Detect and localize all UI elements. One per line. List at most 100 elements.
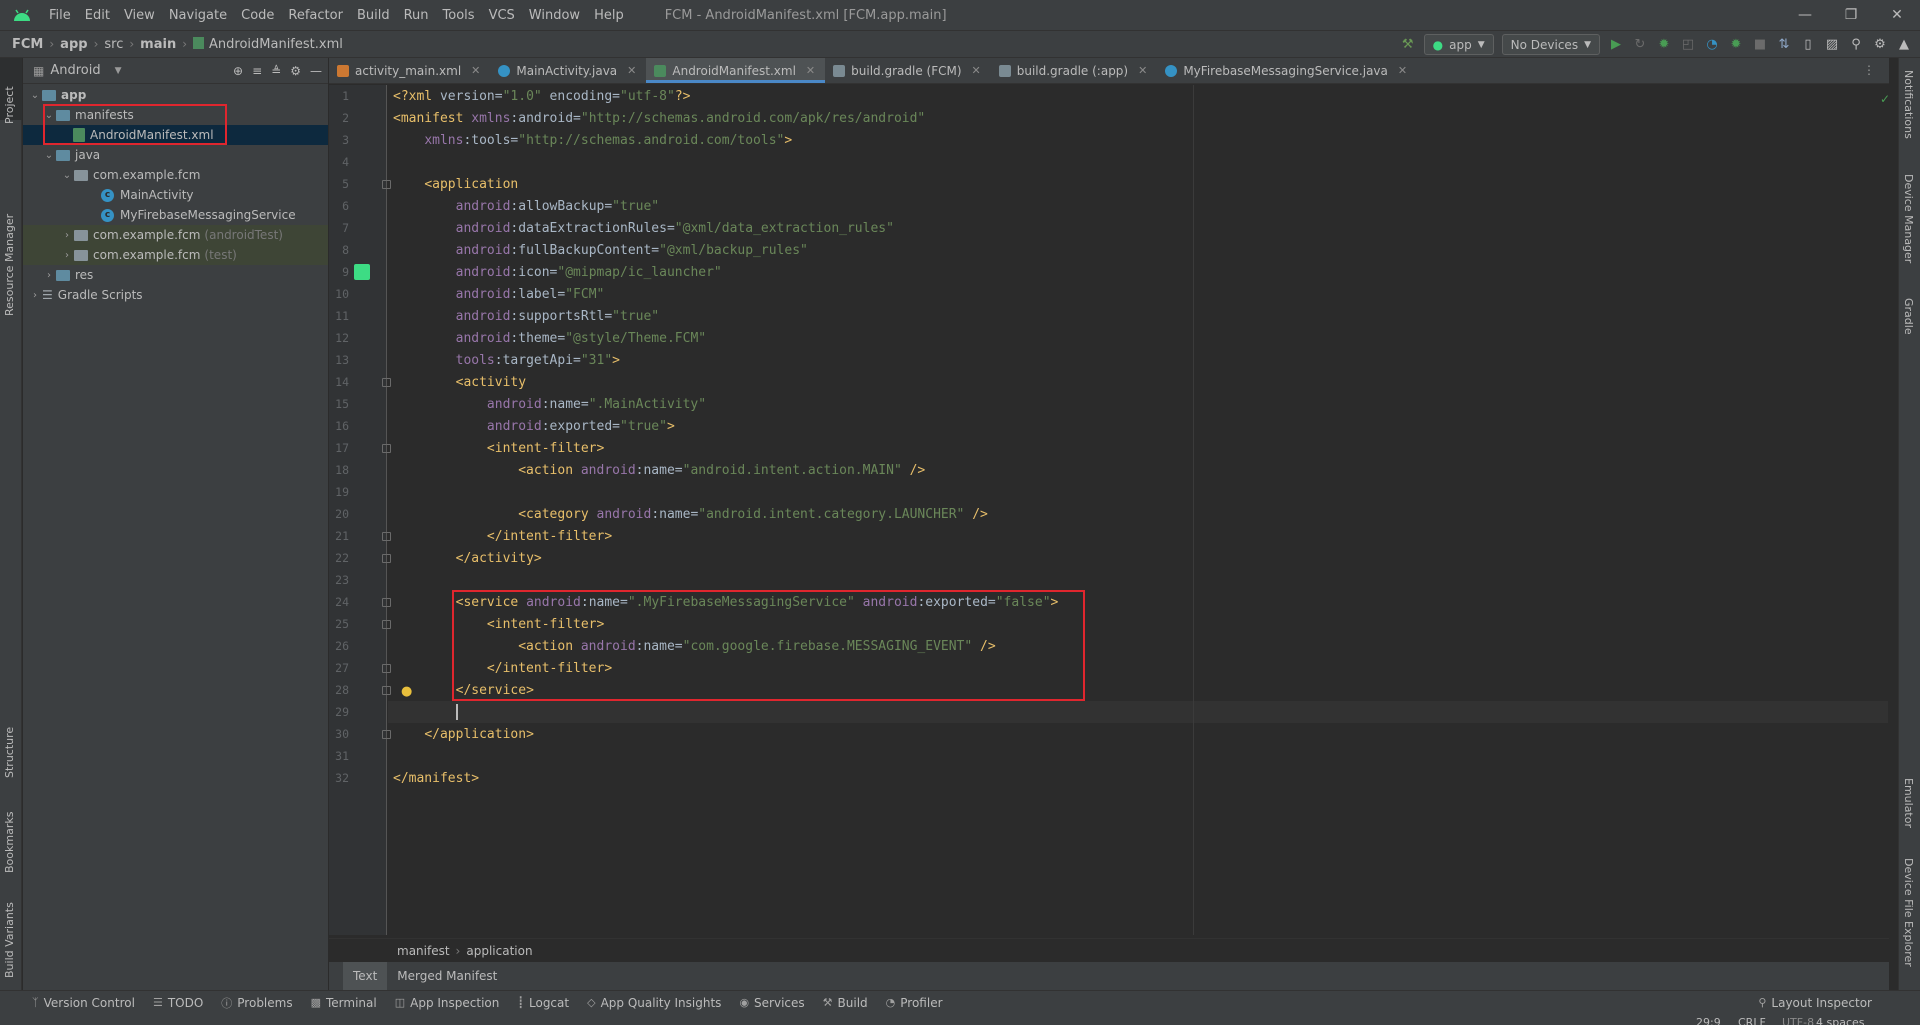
tool-layout-inspector[interactable]: ⚲ Layout Inspector: [1758, 996, 1872, 1010]
tool-todo[interactable]: ☰ TODO: [153, 996, 203, 1010]
menu-view[interactable]: View: [117, 8, 162, 23]
indent-setting[interactable]: 4 spaces: [1816, 1016, 1865, 1025]
tab-mainactivity-java[interactable]: MainActivity.java ✕: [490, 58, 646, 83]
menu-edit[interactable]: Edit: [78, 8, 117, 23]
fold-marker-icon[interactable]: [382, 532, 391, 541]
menu-run[interactable]: Run: [397, 8, 436, 23]
hide-panel-icon[interactable]: —: [310, 64, 322, 78]
breadcrumb-manifest[interactable]: manifest: [397, 944, 450, 958]
code-line[interactable]: <action android:name="android.intent.act…: [393, 460, 925, 482]
chevron-right-icon[interactable]: ›: [60, 250, 74, 261]
tree-item-mainactivity[interactable]: c MainActivity: [23, 185, 328, 205]
build-variants-tool-button[interactable]: Build Variants: [3, 888, 16, 978]
code-line[interactable]: android:label="FCM": [393, 284, 605, 306]
search-icon[interactable]: ⚲: [1848, 37, 1864, 53]
cursor-position[interactable]: 29:9: [1696, 1016, 1721, 1025]
code-line[interactable]: android:supportsRtl="true": [393, 306, 660, 328]
chevron-right-icon[interactable]: ›: [42, 270, 56, 281]
code-line[interactable]: </intent-filter>: [393, 526, 612, 548]
tab-merged-manifest[interactable]: Merged Manifest: [387, 962, 507, 990]
tool-problems[interactable]: ⓘ Problems: [221, 995, 292, 1011]
notifications-tool-button[interactable]: Notifications: [1902, 70, 1915, 162]
tool-app-quality-insights[interactable]: ◇ App Quality Insights: [587, 996, 721, 1010]
locate-icon[interactable]: ⊕: [233, 64, 243, 78]
run-icon[interactable]: ▶: [1608, 37, 1624, 53]
menu-navigate[interactable]: Navigate: [162, 8, 234, 23]
tree-item-messaging-service[interactable]: c MyFirebaseMessagingService: [23, 205, 328, 225]
fold-marker-icon[interactable]: [382, 444, 391, 453]
code-line[interactable]: </activity>: [393, 548, 542, 570]
tree-item-java[interactable]: ⌄ java: [23, 145, 328, 165]
crumb-module[interactable]: app: [60, 37, 87, 52]
device-manager-icon[interactable]: ▯: [1800, 37, 1816, 53]
code-line[interactable]: android:name=".MainActivity": [393, 394, 706, 416]
tab-messaging-service-java[interactable]: MyFirebaseMessagingService.java ✕: [1157, 58, 1417, 83]
tool-terminal[interactable]: ▩ Terminal: [311, 996, 377, 1010]
inspection-ok-icon[interactable]: ✓: [1880, 92, 1890, 106]
ide-update-icon[interactable]: ▲: [1896, 37, 1912, 53]
resource-manager-tool-button[interactable]: Resource Manager: [3, 136, 16, 316]
rerun-icon[interactable]: ↻: [1632, 37, 1648, 53]
tree-item-package-test[interactable]: › com.example.fcm (test): [23, 245, 328, 265]
close-icon[interactable]: ✕: [972, 64, 981, 77]
code-line[interactable]: <category android:name="android.intent.c…: [393, 504, 988, 526]
device-file-explorer-tool-button[interactable]: Device File Explorer: [1902, 858, 1915, 988]
emulator-tool-button[interactable]: Emulator: [1902, 778, 1915, 848]
chevron-down-icon[interactable]: ▼: [115, 66, 122, 76]
more-tabs-icon[interactable]: ⋮: [1863, 63, 1875, 77]
chevron-right-icon[interactable]: ›: [60, 230, 74, 241]
debug-icon[interactable]: ✹: [1656, 37, 1672, 53]
apply-changes-icon[interactable]: ◰: [1680, 37, 1696, 53]
tab-androidmanifest-xml[interactable]: AndroidManifest.xml ✕: [646, 58, 826, 83]
run-config-select[interactable]: ● app ▼: [1423, 34, 1494, 55]
fold-marker-icon[interactable]: [382, 598, 391, 607]
fold-marker-icon[interactable]: [382, 180, 391, 189]
breadcrumb-application[interactable]: application: [466, 944, 532, 958]
tool-profiler[interactable]: ◔ Profiler: [886, 996, 943, 1010]
tree-item-package-androidtest[interactable]: › com.example.fcm (androidTest): [23, 225, 328, 245]
code-line[interactable]: xmlns:tools="http://schemas.android.com/…: [393, 130, 792, 152]
project-tool-button[interactable]: Project: [3, 66, 16, 124]
close-icon[interactable]: ✕: [471, 64, 480, 77]
tool-version-control[interactable]: ᛉ Version Control: [32, 996, 135, 1010]
crumb-main[interactable]: main: [140, 37, 176, 52]
fold-marker-icon[interactable]: [382, 378, 391, 387]
close-icon[interactable]: ✕: [1398, 64, 1407, 77]
fold-marker-icon[interactable]: [382, 686, 391, 695]
tool-app-inspection[interactable]: ◫ App Inspection: [395, 996, 500, 1010]
tool-services[interactable]: ◉ Services: [739, 996, 804, 1010]
tree-item-app[interactable]: ⌄ app: [23, 85, 328, 105]
code-line[interactable]: <?xml version="1.0" encoding="utf-8"?>: [393, 86, 690, 108]
code-line[interactable]: <application: [393, 174, 518, 196]
restore-icon[interactable]: ❐: [1828, 0, 1874, 30]
project-view-select[interactable]: Android: [50, 63, 100, 78]
chevron-down-icon[interactable]: ⌄: [42, 150, 56, 161]
code-line[interactable]: </application>: [393, 724, 534, 746]
code-line[interactable]: android:icon="@mipmap/ic_launcher": [393, 262, 722, 284]
chevron-down-icon[interactable]: ⌄: [60, 170, 74, 181]
code-line[interactable]: android:allowBackup="true": [393, 196, 660, 218]
tab-build-gradle-app[interactable]: build.gradle (:app) ✕: [991, 58, 1158, 83]
lightbulb-icon[interactable]: ●: [401, 685, 412, 698]
fold-marker-icon[interactable]: [382, 620, 391, 629]
device-manager-tool-button[interactable]: Device Manager: [1902, 174, 1915, 274]
tab-build-gradle-project[interactable]: build.gradle (FCM) ✕: [825, 58, 991, 83]
code-line[interactable]: tools:targetApi="31">: [393, 350, 620, 372]
crumb-project[interactable]: FCM: [12, 37, 43, 52]
tree-item-package-main[interactable]: ⌄ com.example.fcm: [23, 165, 328, 185]
code-line[interactable]: <intent-filter>: [393, 438, 604, 460]
line-separator[interactable]: CRLF: [1738, 1016, 1766, 1025]
expand-all-icon[interactable]: ≡: [252, 64, 262, 78]
profile-icon[interactable]: ◔: [1704, 37, 1720, 53]
chevron-down-icon[interactable]: ⌄: [28, 90, 42, 101]
close-icon[interactable]: ✕: [1138, 64, 1147, 77]
structure-tool-button[interactable]: Structure: [3, 708, 16, 778]
menu-code[interactable]: Code: [234, 8, 281, 23]
close-icon[interactable]: ✕: [1874, 0, 1920, 30]
gear-icon[interactable]: ⚙: [290, 64, 301, 78]
fold-marker-icon[interactable]: [382, 730, 391, 739]
menu-vcs[interactable]: VCS: [482, 8, 522, 23]
code-line[interactable]: android:theme="@style/Theme.FCM": [393, 328, 706, 350]
code-line[interactable]: </manifest>: [393, 768, 479, 790]
menu-build[interactable]: Build: [350, 8, 397, 23]
